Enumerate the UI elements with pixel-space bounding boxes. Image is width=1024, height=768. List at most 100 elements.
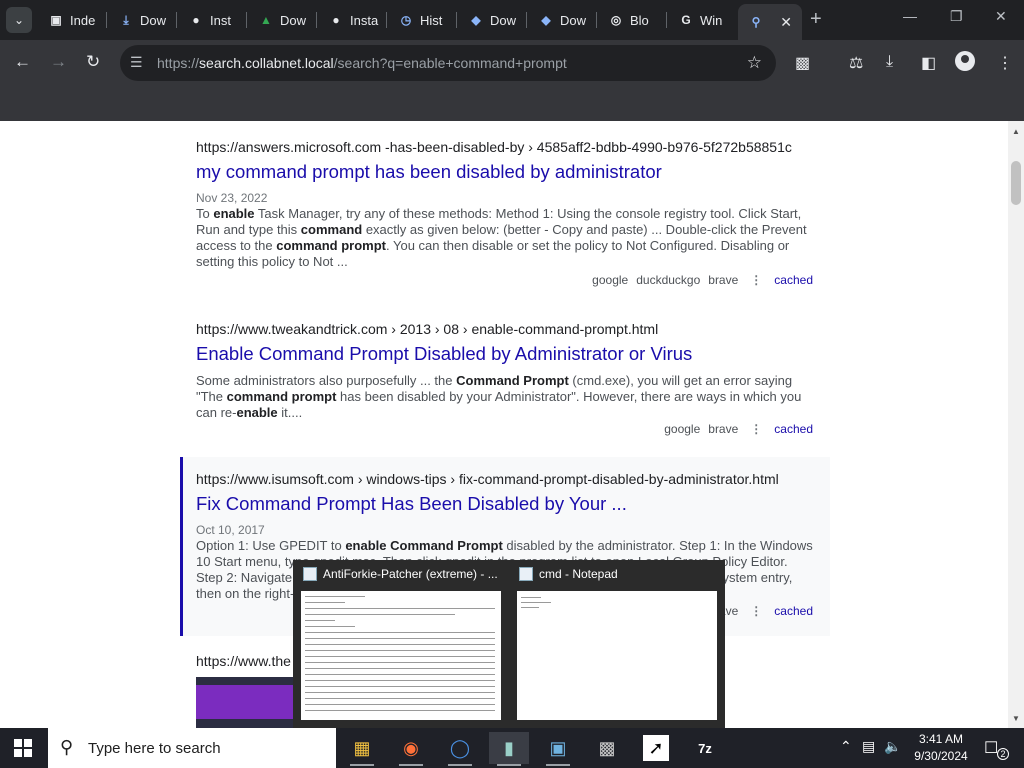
preview-text-line — [305, 668, 495, 669]
tab-strip: ⌄ ▣ Inde ⤓ Dow ● Inst ▲ Dow ● Insta ◷ Hist ◆ Dow ◆ Dow ◎… — [0, 0, 1024, 40]
preview-text-line — [305, 656, 495, 657]
engine-label: google — [664, 422, 701, 436]
reload-button[interactable]: ↻ — [86, 52, 100, 72]
result-title-link[interactable]: Enable Command Prompt Disabled by Admini… — [196, 343, 816, 365]
browser-tab[interactable]: ◆ Dow — [458, 6, 526, 34]
window-preview-title: AntiForkie-Patcher (extreme) - ... — [323, 567, 498, 581]
show-hidden-icons-chevron-icon[interactable]: ⌃ — [840, 738, 852, 755]
cached-link[interactable]: cached — [774, 604, 813, 618]
download-mountain-icon: ▲ — [260, 13, 272, 27]
result-snippet: Some administrators also purposefully ..… — [196, 373, 802, 420]
maximize-button[interactable]: ❐ — [950, 8, 963, 25]
browser-tab[interactable]: ● Inst — [178, 6, 246, 34]
tab-label: Dow — [280, 12, 307, 28]
search-icon: ⚲ — [751, 15, 761, 29]
window-preview[interactable]: AntiForkie-Patcher (extreme) - ... — [293, 560, 509, 728]
start-button[interactable] — [14, 739, 32, 757]
browser-tab[interactable]: G Win — [668, 6, 736, 34]
profile-avatar-icon[interactable] — [955, 51, 975, 71]
tab-active[interactable]: ⚲ ✕ — [738, 4, 802, 40]
scroll-thumb[interactable] — [1011, 161, 1021, 205]
engine-label: brave — [708, 422, 739, 436]
system-clock[interactable]: 3:41 AM 9/30/2024 — [908, 731, 974, 765]
result-thumbnail-image[interactable] — [196, 677, 300, 728]
diamond-icon: ◆ — [471, 13, 481, 27]
more-options-icon[interactable]: ⋮ — [746, 422, 766, 436]
installer-icon[interactable]: ▩ — [587, 732, 627, 764]
back-button[interactable]: ← — [14, 52, 31, 72]
scroll-down-arrow-icon[interactable]: ▼ — [1012, 714, 1020, 723]
engine-label: brave — [708, 273, 739, 287]
cached-link[interactable]: cached — [774, 422, 813, 436]
result-url[interactable]: https://answers.microsoft.com -has-been-… — [196, 139, 816, 155]
preview-text-line — [305, 692, 495, 693]
file-explorer-icon[interactable]: ▦ — [342, 732, 382, 766]
result-url[interactable]: https://www.isumsoft.com › windows-tips … — [196, 471, 816, 487]
search-icon: ⚲ — [60, 737, 74, 757]
preview-text-line — [305, 608, 495, 609]
tab-separator — [106, 12, 107, 28]
github-icon: ● — [192, 13, 200, 27]
window-preview[interactable]: cmd - Notepad — [509, 560, 725, 728]
result-title-link[interactable]: my command prompt has been disabled by a… — [196, 161, 816, 183]
tab-separator — [596, 12, 597, 28]
volume-muted-icon[interactable]: 🔈 — [884, 738, 901, 755]
window-preview-title: cmd - Notepad — [539, 567, 618, 581]
side-panel-icon[interactable]: ◧ — [921, 53, 936, 73]
more-options-icon[interactable]: ⋮ — [746, 273, 766, 287]
7zip-icon[interactable]: 7z — [685, 732, 725, 764]
scroll-up-arrow-icon[interactable]: ▲ — [1012, 127, 1020, 136]
more-menu-icon[interactable]: ⋮ — [997, 53, 1013, 73]
close-tab-icon[interactable]: ✕ — [780, 14, 792, 31]
diamond-icon: ◆ — [541, 13, 551, 27]
new-tab-button[interactable]: + — [810, 8, 822, 31]
browser-tab[interactable]: ◷ Hist — [388, 6, 456, 34]
browser-tab[interactable]: ● Insta — [318, 6, 386, 34]
extensions-icon[interactable]: ▩ — [795, 53, 810, 73]
preview-text-line — [305, 698, 495, 699]
tab-separator — [666, 12, 667, 28]
close-window-button[interactable]: ✕ — [995, 8, 1007, 25]
tab-search-button[interactable]: ⌄ — [6, 7, 32, 33]
labs-flask-icon[interactable]: ⚖ — [849, 53, 863, 73]
chrome-icon[interactable]: ◯ — [440, 732, 480, 766]
notepad-app-icon[interactable]: ▮ — [489, 732, 529, 766]
taskbar-search-box[interactable]: ⚲ Type here to search — [48, 728, 336, 768]
more-options-icon[interactable]: ⋮ — [746, 604, 766, 618]
tab-label: Win — [700, 12, 723, 28]
forward-button[interactable]: → — [50, 52, 67, 72]
network-icon[interactable]: ▤ — [862, 738, 875, 755]
download-icon[interactable]: ⤓ — [886, 53, 893, 71]
search-result: https://www.tweakandtrick.com › 2013 › 0… — [196, 321, 816, 421]
preview-text-line — [305, 638, 495, 639]
site-info-icon[interactable]: ☰ — [130, 54, 143, 71]
taskbar-preview-popup: AntiForkie-Patcher (extreme) - ... cmd -… — [293, 560, 725, 728]
firefox-icon[interactable]: ◉ — [391, 732, 431, 766]
result-url[interactable]: https://www.tweakandtrick.com › 2013 › 0… — [196, 321, 816, 337]
url-text[interactable]: https://search.collabnet.local/search?q=… — [157, 55, 567, 71]
preview-text-line — [305, 650, 495, 651]
tab-separator — [456, 12, 457, 28]
preview-text-line — [305, 626, 355, 627]
browser-tab[interactable]: ▲ Dow — [248, 6, 316, 34]
result-engines: google brave ⋮ cached — [664, 422, 813, 436]
search-result: https://answers.microsoft.com -has-been-… — [196, 139, 816, 270]
minimize-button[interactable]: — — [903, 8, 917, 24]
result-title-link[interactable]: Fix Command Prompt Has Been Disabled by … — [196, 493, 816, 515]
browser-tab[interactable]: ◎ Blo — [598, 6, 666, 34]
address-bar[interactable]: ☰ https://search.collabnet.local/search?… — [120, 45, 776, 81]
bookmark-star-icon[interactable]: ☆ — [747, 53, 762, 73]
page-scrollbar[interactable]: ▲ ▼ — [1008, 121, 1024, 728]
result-date: Oct 10, 2017 — [196, 523, 265, 537]
control-panel-icon[interactable]: ▣ — [538, 732, 578, 766]
preview-text-line — [305, 632, 495, 633]
shortcut-arrow-icon[interactable]: ➚ — [643, 735, 669, 761]
browser-tab[interactable]: ⤓ Dow — [108, 6, 176, 34]
tab-label: Dow — [490, 12, 517, 28]
browser-tab[interactable]: ▣ Inde — [38, 6, 106, 34]
globe-icon: ◎ — [610, 13, 622, 27]
browser-tab[interactable]: ◆ Dow — [528, 6, 596, 34]
cached-link[interactable]: cached — [774, 273, 813, 287]
tab-label: Dow — [560, 12, 587, 28]
tab-separator — [386, 12, 387, 28]
